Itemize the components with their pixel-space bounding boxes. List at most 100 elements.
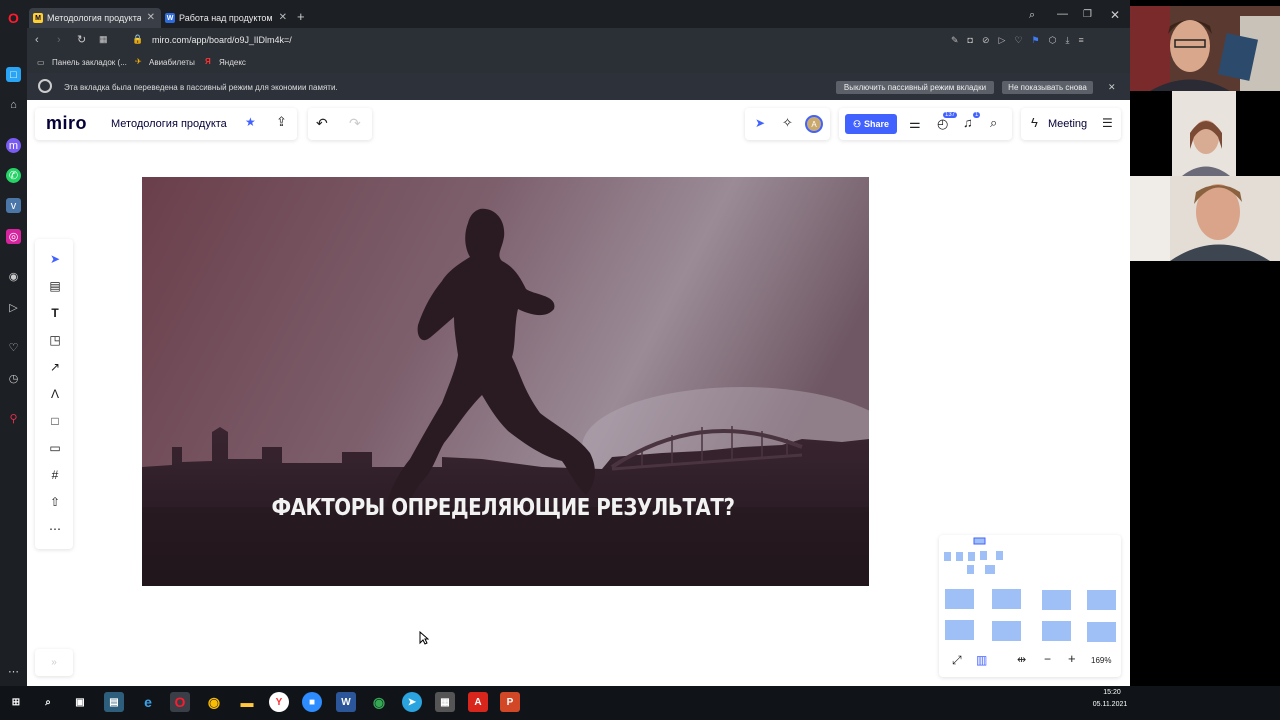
text-icon[interactable]: T — [48, 306, 62, 320]
disable-snooze-button[interactable]: Выключить пассивный режим вкладки — [836, 81, 994, 94]
instagram-icon[interactable]: ◎ — [6, 229, 21, 244]
favorites-heart-icon[interactable]: ♡ — [6, 340, 21, 355]
redo-icon[interactable]: ↷ — [349, 115, 361, 132]
clock-time[interactable]: 15:20 — [1094, 689, 1130, 696]
frame-icon[interactable]: # — [48, 468, 62, 482]
edge-icon[interactable]: e — [138, 692, 158, 712]
address-bar: ‹ › ↻ ▦ 🔒 miro.com/app/board/o9J_lIDlm4k… — [27, 28, 1130, 53]
home-icon[interactable]: ⌂ — [6, 97, 21, 112]
speed-dial-icon[interactable]: ▦ — [99, 34, 108, 45]
minimize-icon[interactable]: — — [1057, 8, 1068, 20]
calculator-icon[interactable]: ▦ — [435, 692, 455, 712]
slide-image[interactable]: ФАКТОРЫ ОПРЕДЕЛЯЮЩИЕ РЕЗУЛЬТАТ? — [142, 177, 869, 586]
export-icon[interactable]: ⇪ — [276, 114, 287, 130]
windows-start-icon[interactable]: ⊞ — [6, 692, 26, 712]
settings-sliders-icon[interactable]: ⚌ — [909, 116, 921, 132]
sticky-note-icon[interactable]: ◳ — [48, 333, 62, 347]
cursor-follow-icon[interactable]: ➤ — [755, 116, 765, 130]
lightning-icon[interactable]: ϟ — [1031, 115, 1038, 130]
bookmark-heart-icon[interactable]: ♡ — [1014, 35, 1022, 46]
powerpoint-icon[interactable]: P — [500, 692, 520, 712]
app-icon[interactable]: ▤ — [104, 692, 124, 712]
search-icon[interactable]: ⌕ — [38, 692, 58, 712]
camera-icon[interactable]: ◘ — [968, 35, 973, 46]
shape-icon[interactable]: □ — [48, 414, 62, 428]
board-title[interactable]: Методология продукта — [111, 118, 227, 130]
close-tab-icon[interactable]: ✕ — [279, 12, 287, 23]
fit-screen-icon[interactable]: ⤢ — [952, 653, 962, 668]
vpn-icon[interactable]: ⬡ — [1049, 35, 1057, 46]
location-icon[interactable]: ⚲ — [6, 411, 21, 426]
tab-product[interactable]: W Работа над продуктом ✕ — [161, 8, 293, 28]
more-icon[interactable]: ⋯ — [6, 664, 21, 679]
select-icon[interactable]: ➤ — [48, 252, 62, 266]
bookmark-yandex[interactable]: Яндекс — [219, 58, 246, 67]
clock-date[interactable]: 05.11.2021 — [1086, 701, 1134, 708]
map-icon[interactable]: ▥ — [976, 653, 987, 667]
star-icon[interactable]: ★ — [245, 115, 256, 129]
whatsapp-icon[interactable]: ✆ — [6, 168, 21, 183]
edit-icon[interactable]: ✎ — [951, 35, 959, 46]
timer-icon[interactable]: ◴ — [937, 116, 948, 132]
word-icon[interactable]: W — [336, 692, 356, 712]
minimap[interactable]: ⤢ ▥ ⇹ − + 169% — [939, 535, 1121, 677]
chrome-profile-icon[interactable]: ◉ — [369, 692, 389, 712]
zoom-in-icon[interactable]: + — [1068, 651, 1076, 666]
opera-icon[interactable]: O — [170, 692, 190, 712]
dont-show-button[interactable]: Не показывать снова — [1002, 81, 1093, 94]
url-field[interactable]: miro.com/app/board/o9J_lIDlm4k=/ — [152, 35, 292, 45]
avatar[interactable]: A — [805, 115, 823, 133]
bookmark-panel[interactable]: Панель закладок (... — [52, 58, 127, 67]
forward-icon[interactable]: › — [57, 34, 61, 46]
close-tab-icon[interactable]: ✕ — [147, 12, 155, 23]
player-icon[interactable]: ◉ — [6, 269, 21, 284]
bookmark-avia[interactable]: Авиабилеты — [149, 58, 195, 67]
acrobat-icon[interactable]: A — [468, 692, 488, 712]
pen-icon[interactable]: Λ — [48, 387, 62, 401]
task-view-icon[interactable]: ▣ — [70, 692, 90, 712]
search-icon[interactable]: ⌕ — [990, 115, 997, 131]
yandex-browser-icon[interactable]: Y — [269, 692, 289, 712]
workspace-icon[interactable]: □ — [6, 67, 21, 82]
send-page-icon[interactable]: ▷ — [999, 35, 1006, 46]
explorer-icon[interactable]: ▬ — [237, 692, 257, 712]
telegram-icon[interactable]: ➤ — [402, 692, 422, 712]
comment-icon[interactable]: ▭ — [48, 441, 62, 455]
collab-panel: ➤ ✧ A — [745, 108, 830, 140]
more-icon[interactable]: ⋯ — [48, 522, 62, 536]
fit-width-icon[interactable]: ⇹ — [1017, 653, 1026, 666]
adblock-icon[interactable]: ⊘ — [982, 35, 990, 46]
zoom-icon[interactable]: ■ — [302, 692, 322, 712]
back-icon[interactable]: ‹ — [35, 34, 39, 46]
zoom-level[interactable]: 169% — [1091, 656, 1111, 665]
timer-badge: 137 — [943, 112, 958, 118]
close-window-icon[interactable]: ✕ — [1110, 8, 1120, 22]
tab-miro[interactable]: M Методология продукта, С ✕ — [29, 8, 161, 28]
chrome-icon[interactable]: ◉ — [204, 692, 224, 712]
new-tab-icon[interactable]: + — [297, 9, 305, 24]
menu-icon[interactable]: ≡ — [1078, 35, 1083, 46]
messenger-icon[interactable]: m — [6, 138, 21, 153]
history-icon[interactable]: ◷ — [6, 371, 21, 386]
search-tabs-icon[interactable]: ⌕ — [1029, 9, 1035, 22]
opera-logo-icon[interactable]: O — [6, 10, 21, 26]
flag-icon[interactable]: ⚑ — [1032, 35, 1040, 46]
send-icon[interactable]: ▷ — [6, 300, 21, 315]
line-arrow-icon[interactable]: ↗ — [48, 360, 62, 374]
vk-icon[interactable]: v — [6, 198, 21, 213]
restore-icon[interactable]: ❐ — [1083, 9, 1092, 20]
upload-icon[interactable]: ⇧ — [48, 495, 62, 509]
notifications-icon[interactable]: ♫ — [963, 115, 973, 130]
download-icon[interactable]: ⤓ — [1065, 35, 1069, 46]
reload-icon[interactable]: ↻ — [77, 33, 86, 46]
zoom-out-icon[interactable]: − — [1044, 652, 1051, 666]
templates-icon[interactable]: ▤ — [48, 279, 62, 293]
undo-icon[interactable]: ↶ — [316, 115, 328, 132]
share-button[interactable]: ⚇ Share — [845, 114, 897, 134]
close-notice-icon[interactable]: ✕ — [1108, 82, 1116, 93]
expand-collab-icon[interactable]: » — [35, 649, 73, 676]
reaction-icon[interactable]: ✧ — [782, 115, 793, 131]
miro-logo[interactable]: miro — [46, 113, 87, 134]
board-menu-icon[interactable]: ☰ — [1102, 116, 1113, 130]
meeting-button[interactable]: Meeting — [1048, 118, 1087, 130]
